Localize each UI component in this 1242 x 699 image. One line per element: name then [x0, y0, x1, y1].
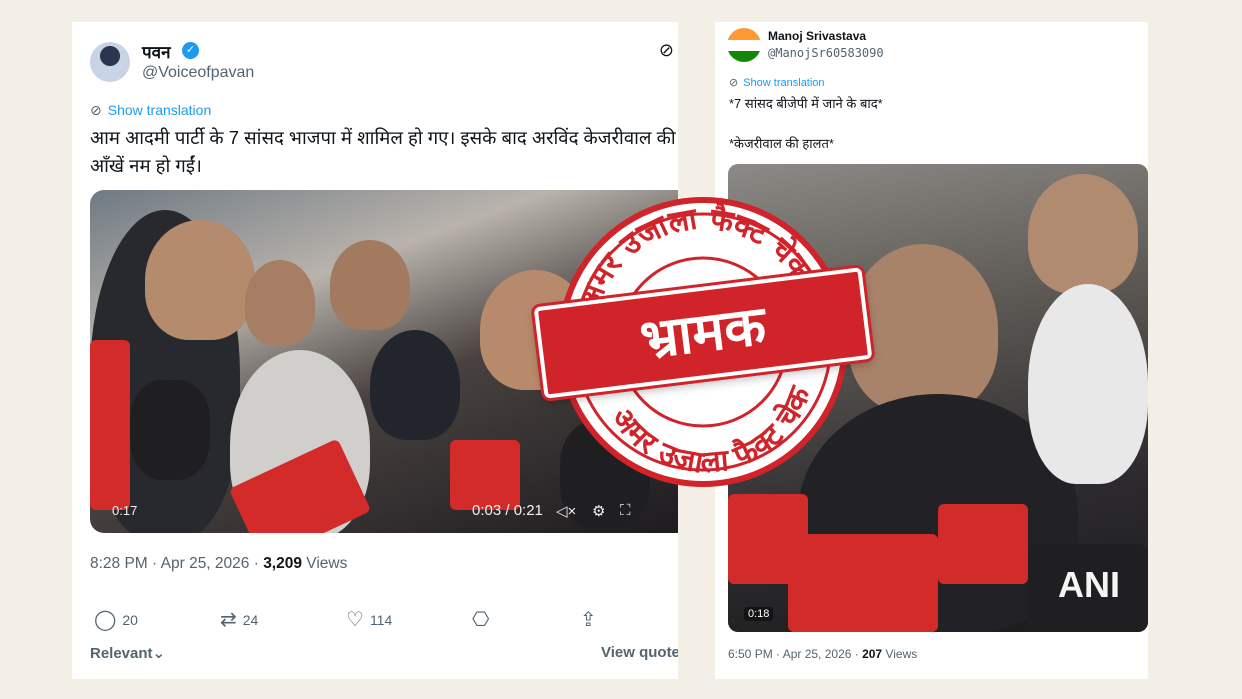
video-current-time: 0:18	[744, 607, 774, 621]
person-figure	[245, 260, 315, 345]
chevron-down-icon: ⌄	[152, 645, 166, 662]
like-count: 114	[369, 611, 393, 628]
bookmark-icon: ⎔	[472, 609, 490, 631]
repost-button[interactable]: ⇄ 24	[220, 607, 258, 632]
person-figure	[1028, 174, 1138, 294]
like-button[interactable]: ♡ 114	[346, 607, 392, 632]
views-label: Views	[301, 555, 348, 572]
view-quotes-link[interactable]: View quotes	[601, 644, 678, 661]
tweet-text-line-1: *7 सांसद बीजेपी में जाने के बाद*	[729, 96, 883, 111]
person-figure	[145, 220, 255, 340]
mic-ani-label: ANI	[1058, 564, 1120, 605]
share-button[interactable]: ⇪	[580, 607, 597, 632]
microphone-black	[130, 380, 210, 480]
microphone-red	[450, 440, 520, 510]
settings-icon[interactable]: ⚙	[592, 502, 605, 520]
views-count: 3,209	[263, 555, 302, 572]
author-handle[interactable]: @ManojSr60583090	[768, 46, 884, 60]
person-figure	[370, 330, 460, 440]
microphone-red	[938, 504, 1028, 584]
sort-label: Relevant	[90, 645, 153, 662]
tweet-timestamp: 6:50 PM · Apr 25, 2026 · 207 Views	[728, 647, 917, 661]
tweet-text-line-2: *केजरीवाल की हालत*	[729, 136, 834, 151]
show-translation-label: Show translation	[107, 102, 212, 118]
bookmark-button[interactable]: ⎔	[472, 607, 489, 632]
show-translation-link[interactable]: ⊘ Show translation	[729, 76, 825, 89]
video-time-display: 0:03 / 0:21	[472, 502, 543, 519]
mute-icon[interactable]: ◁×	[556, 502, 576, 520]
views-count: 207	[862, 647, 883, 661]
microphone-red	[90, 340, 130, 510]
reply-button[interactable]: ◯ 20	[94, 607, 138, 632]
author-name[interactable]: Manoj Srivastava	[768, 29, 866, 43]
author-handle[interactable]: @Voiceofpavan	[142, 64, 254, 82]
video-current-time: 0:17	[112, 503, 138, 518]
timestamp-text[interactable]: 8:28 PM · Apr 25, 2026 ·	[90, 555, 263, 572]
share-icon: ⇪	[580, 609, 597, 631]
avatar[interactable]	[727, 28, 761, 62]
like-icon: ♡	[346, 609, 364, 631]
tweet-actions: ◯ 20 ⇄ 24 ♡ 114 ⎔ ⇪	[90, 607, 678, 631]
show-translation-link[interactable]: ⊘ Show translation	[90, 102, 211, 119]
grok-icon[interactable]: ⊘	[659, 40, 674, 61]
translate-icon: ⊘	[90, 102, 102, 118]
reply-icon: ◯	[94, 609, 117, 631]
person-figure	[1028, 284, 1148, 484]
person-figure	[330, 240, 410, 330]
author-name[interactable]: पवन	[142, 40, 171, 63]
microphone-red	[788, 534, 938, 632]
show-translation-label: Show translation	[743, 77, 825, 89]
person-figure	[848, 244, 998, 414]
avatar[interactable]	[90, 42, 130, 82]
tweet-text: आम आदमी पार्टी के 7 सांसद भाजपा में शामि…	[90, 127, 676, 176]
fact-check-stamp: अमर उजाला फैक्ट चेक अमर उजाला फैक्ट चेक …	[533, 192, 873, 492]
timestamp-text[interactable]: 6:50 PM · Apr 25, 2026 ·	[728, 647, 862, 661]
sort-replies-dropdown[interactable]: Relevant⌄	[90, 644, 165, 662]
fullscreen-icon[interactable]: ⛶	[620, 502, 631, 519]
repost-icon: ⇄	[220, 609, 237, 631]
views-label: Views	[882, 647, 918, 661]
tweet-timestamp: 8:28 PM · Apr 25, 2026 · 3,209 Views	[90, 555, 347, 573]
verified-badge-icon: ✓	[182, 42, 199, 59]
reply-count: 20	[122, 611, 138, 628]
repost-count: 24	[242, 611, 259, 628]
translate-icon: ⊘	[729, 77, 739, 89]
